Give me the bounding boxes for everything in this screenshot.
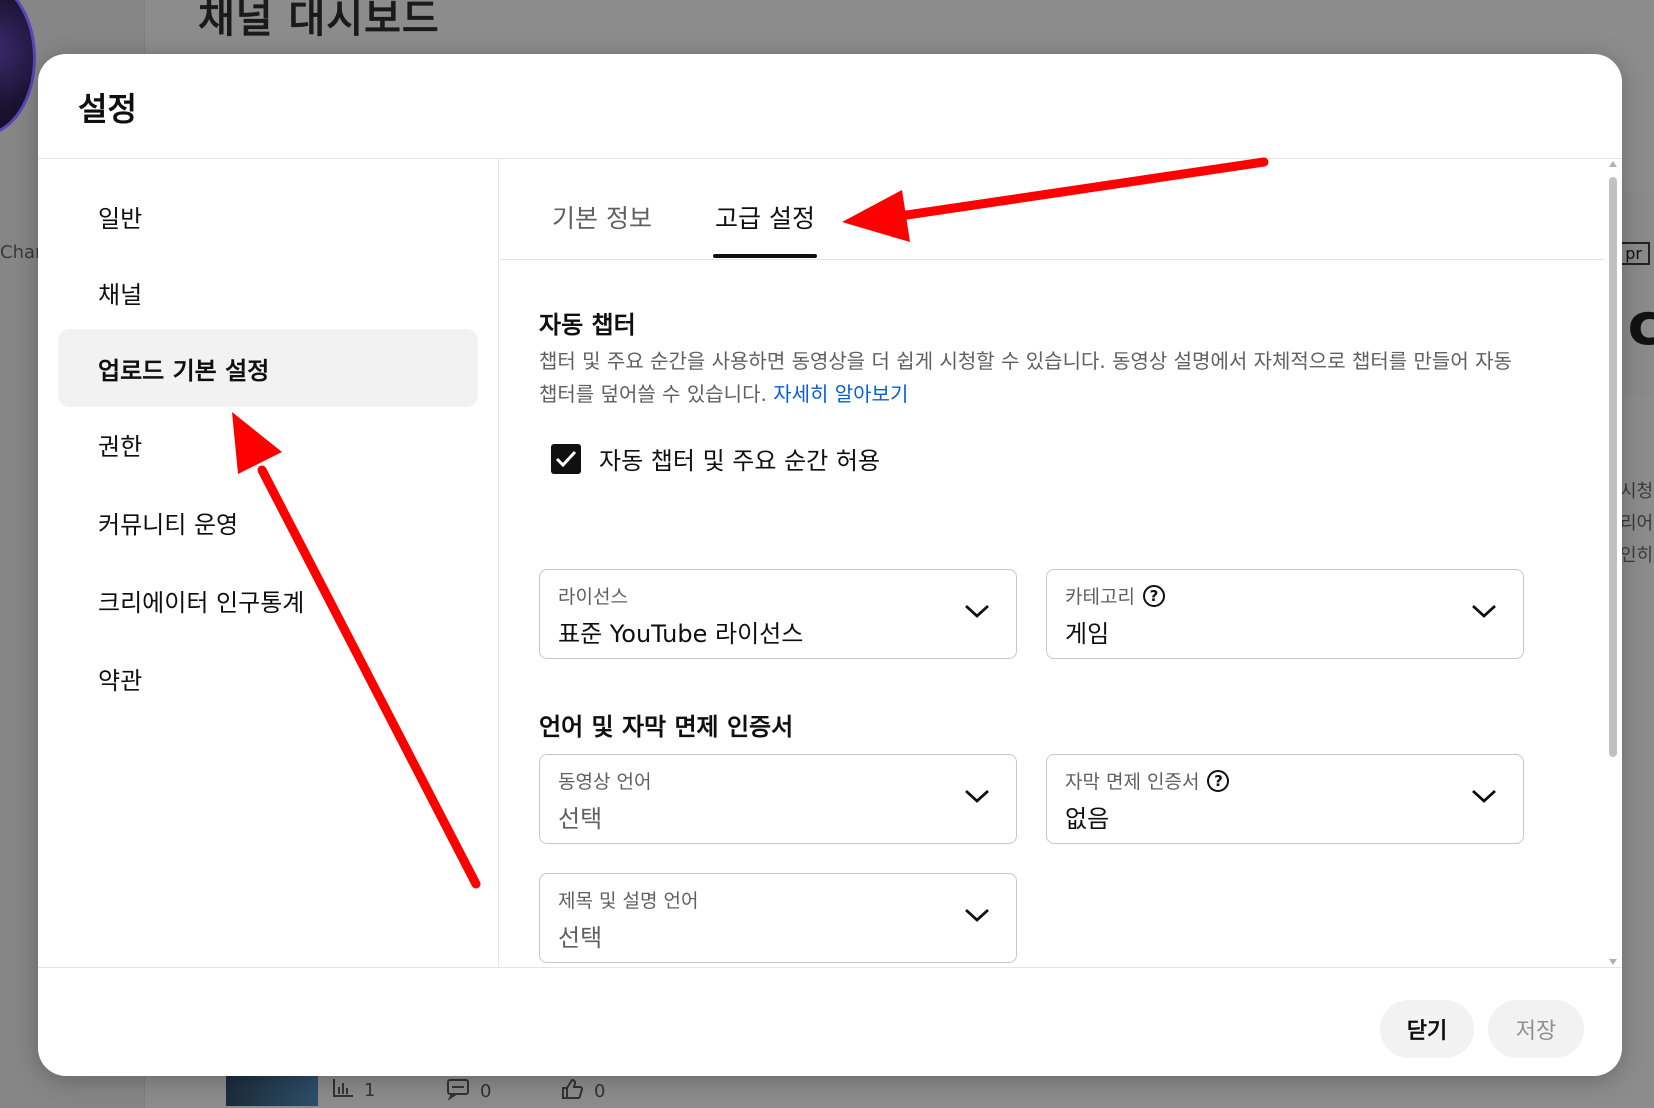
title-description-language-value: 선택 [558, 924, 603, 952]
chevron-down-icon [965, 908, 989, 922]
nav-item-permissions[interactable]: 권한 [58, 405, 478, 483]
title-description-language-label-text: 제목 및 설명 언어 [558, 890, 699, 912]
title-description-language-label: 제목 및 설명 언어 [558, 886, 698, 913]
video-language-dropdown[interactable]: 동영상 언어 선택 [539, 754, 1017, 844]
nav-item-general[interactable]: 일반 [58, 177, 478, 255]
views-count: 1 [364, 1080, 376, 1101]
license-value: 표준 YouTube 라이선스 [558, 620, 804, 648]
settings-content: 기본 정보 고급 설정 자동 챕터 챕터 및 주요 순간을 사용하면 동영상을 … [499, 159, 1605, 967]
dialog-header: 설정 [38, 54, 1622, 159]
nav-item-label: 크리에이터 인구통계 [98, 588, 305, 617]
comment-icon [446, 1078, 470, 1105]
nav-item-creator-demographics[interactable]: 크리에이터 인구통계 [58, 561, 478, 639]
license-label-text: 라이선스 [558, 586, 628, 608]
chevron-down-icon [965, 604, 989, 618]
title-description-language-dropdown[interactable]: 제목 및 설명 언어 선택 [539, 873, 1017, 963]
side-text-line: 인히 [1620, 545, 1654, 566]
checkmark-icon [555, 450, 577, 467]
nav-item-label: 일반 [98, 204, 143, 233]
auto-chapters-description: 챕터 및 주요 순간을 사용하면 동영상을 더 쉽게 시청할 수 있습니다. 동… [539, 345, 1519, 411]
close-button[interactable]: 닫기 [1380, 1000, 1474, 1058]
chevron-down-icon [965, 789, 989, 803]
category-label-text: 카테고리 [1065, 586, 1135, 608]
category-dropdown[interactable]: 카테고리 ? 게임 [1046, 569, 1524, 659]
auto-chapters-checkbox-label: 자동 챕터 및 주요 순간 허용 [599, 447, 881, 475]
video-language-value: 선택 [558, 805, 603, 833]
tab-bar: 기본 정보 고급 설정 [499, 159, 1605, 260]
caption-certificate-label: 자막 면제 인증서 ? [1065, 767, 1230, 794]
help-icon[interactable]: ? [1142, 584, 1165, 607]
nav-item-label: 채널 [98, 280, 143, 309]
likes-stat: 0 [560, 1078, 605, 1105]
nav-item-channel[interactable]: 채널 [58, 253, 478, 331]
category-value: 게임 [1065, 620, 1110, 648]
license-dropdown[interactable]: 라이선스 표준 YouTube 라이선스 [539, 569, 1017, 659]
views-stat: 1 [332, 1078, 375, 1103]
settings-dialog: 설정 일반 채널 업로드 기본 설정 권한 커뮤니티 운영 크리에이터 인구통계… [38, 54, 1622, 1076]
auto-chapters-title: 자동 챕터 [539, 311, 636, 339]
content-scrollbar[interactable] [1608, 159, 1618, 967]
category-label: 카테고리 ? [1065, 582, 1165, 609]
video-language-label-text: 동영상 언어 [558, 771, 652, 793]
background-page-title: 채널 대시보드 [198, 0, 440, 42]
nav-item-label: 업로드 기본 설정 [98, 356, 270, 385]
auto-chapters-checkbox-row[interactable]: 자동 챕터 및 주요 순간 허용 [551, 441, 880, 476]
language-section-title: 언어 및 자막 면제 인증서 [539, 713, 794, 741]
background-side-text: 시청 리어 인히 [1620, 476, 1654, 572]
nav-item-label: 권한 [98, 432, 143, 461]
bar-chart-icon [332, 1078, 354, 1103]
side-text-line: 리어 [1620, 513, 1654, 534]
scroll-down-arrow[interactable] [1609, 959, 1617, 965]
side-text-line: 시청 [1620, 481, 1654, 502]
likes-count: 0 [594, 1081, 606, 1102]
license-label: 라이선스 [558, 582, 628, 609]
scroll-up-arrow[interactable] [1609, 161, 1617, 167]
caption-certificate-dropdown[interactable]: 자막 면제 인증서 ? 없음 [1046, 754, 1524, 844]
dialog-footer: 닫기 저장 [38, 967, 1622, 1076]
nav-item-upload-defaults[interactable]: 업로드 기본 설정 [58, 329, 478, 407]
save-button[interactable]: 저장 [1488, 1000, 1584, 1058]
caption-certificate-value: 없음 [1065, 805, 1110, 833]
nav-item-terms[interactable]: 약관 [58, 639, 478, 717]
tab-advanced-settings[interactable]: 고급 설정 [713, 199, 817, 258]
description-text: 챕터 및 주요 순간을 사용하면 동영상을 더 쉽게 시청할 수 있습니다. 동… [539, 349, 1512, 406]
auto-chapters-checkbox[interactable] [551, 443, 581, 474]
thumbs-up-icon [560, 1078, 584, 1105]
chevron-down-icon [1472, 789, 1496, 803]
settings-nav: 일반 채널 업로드 기본 설정 권한 커뮤니티 운영 크리에이터 인구통계 약관 [38, 159, 499, 967]
scroll-thumb[interactable] [1609, 177, 1617, 757]
nav-item-community[interactable]: 커뮤니티 운영 [58, 483, 478, 561]
nav-item-label: 커뮤니티 운영 [98, 510, 239, 539]
background-big-letter: c [1627, 290, 1654, 358]
nav-item-label: 약관 [98, 666, 143, 695]
learn-more-link[interactable]: 자세히 알아보기 [773, 382, 908, 406]
help-icon[interactable]: ? [1207, 769, 1230, 792]
comments-stat: 0 [446, 1078, 491, 1105]
dialog-title: 설정 [78, 90, 137, 128]
tab-basic-info[interactable]: 기본 정보 [552, 199, 652, 257]
comments-count: 0 [480, 1081, 492, 1102]
background-badge: pr [1617, 242, 1650, 265]
video-language-label: 동영상 언어 [558, 767, 651, 794]
caption-certificate-label-text: 자막 면제 인증서 [1065, 771, 1200, 793]
chevron-down-icon [1472, 604, 1496, 618]
